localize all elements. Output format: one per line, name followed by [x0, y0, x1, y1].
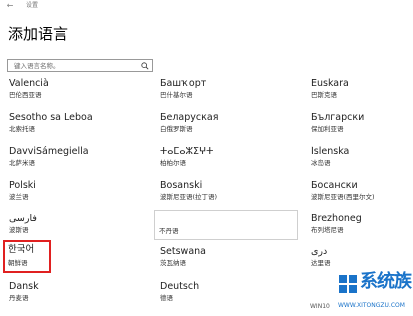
language-tile[interactable]: Башҡорт 巴什基尔语	[159, 78, 299, 106]
language-tile-selected[interactable]: 不丹语	[154, 210, 298, 240]
language-name: Dansk	[9, 281, 39, 292]
language-subtitle: 巴伦西亚语	[9, 91, 42, 99]
language-tile[interactable]: Setswana 茨瓦纳语	[159, 246, 299, 274]
language-subtitle: 丹麦语	[9, 294, 29, 302]
language-subtitle: 保加利亚语	[311, 125, 344, 133]
language-name: Íslenska	[311, 146, 350, 157]
language-tile[interactable]: Polski 波兰语	[8, 180, 148, 208]
language-name: Polski	[9, 180, 36, 191]
language-subtitle: 巴斯克语	[311, 91, 337, 99]
language-name: Български	[311, 112, 365, 123]
language-subtitle: 不丹语	[159, 227, 179, 235]
language-subtitle: 波斯尼亚语(拉丁语)	[160, 193, 218, 201]
language-subtitle: 德语	[160, 294, 173, 302]
language-name: Euskara	[311, 78, 349, 89]
language-name: Беларуская	[160, 112, 219, 123]
language-tile[interactable]: Euskara 巴斯克语	[310, 78, 410, 106]
search-input[interactable]: 键入语言名称。	[7, 59, 153, 72]
language-tile[interactable]: Dansk 丹麦语	[8, 281, 148, 309]
watermark-text: 系统族	[360, 271, 412, 292]
language-tile[interactable]: Bosanski 波斯尼亚语(拉丁语)	[159, 180, 299, 208]
language-tile[interactable]: Sesotho sa Leboa 北索托语	[8, 112, 148, 140]
language-tile[interactable]: Босански 波斯尼亚语(西里尔文)	[310, 180, 410, 208]
language-tile[interactable]: Valencià 巴伦西亚语	[8, 78, 148, 106]
language-name: 한국어	[8, 244, 35, 255]
language-name: Brezhoneg	[311, 213, 362, 224]
language-name: Bosanski	[160, 180, 203, 191]
language-subtitle: 白俄罗斯语	[160, 125, 193, 133]
language-tile[interactable]: Íslenska 冰岛语	[310, 146, 410, 174]
language-subtitle: 波兰语	[9, 193, 29, 201]
language-name: Sesotho sa Leboa	[9, 112, 93, 123]
language-tile[interactable]: Български 保加利亚语	[310, 112, 410, 140]
language-name: ⵜⴰⵎⴰⵣⵉⵖⵜ	[160, 146, 214, 157]
language-subtitle: 波斯语	[9, 226, 29, 234]
language-name: Valencià	[9, 78, 49, 89]
settings-window: ← 设置 添加语言 键入语言名称。 Valencià 巴伦西亚语 Башҡорт…	[0, 0, 413, 316]
app-title: 设置	[26, 2, 39, 9]
language-name: Башҡорт	[160, 78, 207, 89]
windows-logo-icon	[339, 275, 357, 293]
language-name: DavviSámegiella	[9, 146, 89, 157]
language-subtitle: 布列塔尼语	[311, 226, 344, 234]
language-subtitle: 波斯尼亚语(西里尔文)	[311, 193, 375, 201]
language-name: Босански	[311, 180, 358, 191]
search-placeholder: 键入语言名称。	[14, 62, 60, 70]
language-subtitle: 达里语	[311, 259, 331, 267]
language-name: Setswana	[160, 246, 206, 257]
search-icon[interactable]	[141, 62, 149, 70]
language-subtitle: 北索托语	[9, 125, 35, 133]
language-name: Deutsch	[160, 281, 200, 292]
language-subtitle: 茨瓦纳语	[160, 259, 186, 267]
language-subtitle: 巴什基尔语	[160, 91, 193, 99]
watermark-url: WWW.XITONGZU.COM	[338, 302, 405, 309]
watermark: 系统族 WWW.XITONGZU.COM	[336, 268, 413, 316]
language-tile[interactable]: ⵜⴰⵎⴰⵣⵉⵖⵜ 柏柏尔语	[159, 146, 299, 174]
page-title: 添加语言	[8, 25, 69, 43]
language-tile[interactable]: DavviSámegiella 北萨米语	[8, 146, 148, 174]
language-tile[interactable]: فارسی 波斯语	[8, 213, 148, 241]
language-subtitle: 柏柏尔语	[160, 159, 186, 167]
language-tile[interactable]: Brezhoneg 布列塔尼语	[310, 213, 410, 241]
watermark-prefix: WIN10	[310, 303, 330, 310]
language-tile[interactable]: Беларуская 白俄罗斯语	[159, 112, 299, 140]
language-subtitle: 北萨米语	[9, 159, 35, 167]
language-subtitle: 冰岛语	[311, 159, 331, 167]
language-name: دری	[311, 246, 328, 257]
language-tile-highlighted[interactable]: 한국어 朝鲜语	[3, 240, 51, 273]
language-name: فارسی	[9, 213, 37, 224]
title-bar: ← 设置	[0, 0, 413, 14]
back-button[interactable]: ←	[4, 0, 16, 12]
language-subtitle: 朝鲜语	[8, 259, 28, 267]
language-tile[interactable]: Deutsch 德语	[159, 281, 299, 309]
